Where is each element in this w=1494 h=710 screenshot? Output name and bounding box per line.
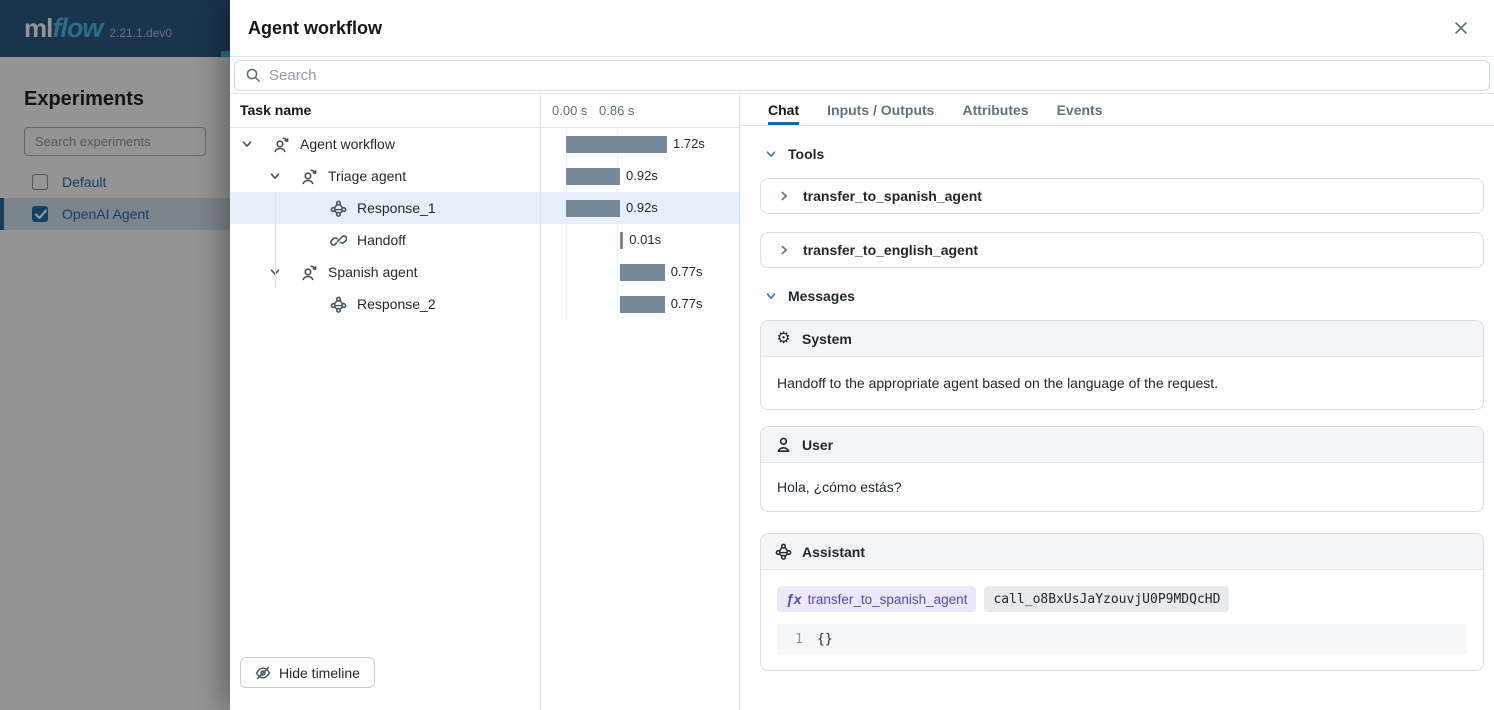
mlflow-version: 2.21.1.dev0 [109, 26, 172, 40]
arguments-code-block: 1 {} [777, 624, 1467, 654]
search-icon [245, 67, 261, 83]
span-row-triage-agent[interactable]: Triage agent 0.92s [230, 160, 739, 192]
active-nav-underline [221, 51, 230, 57]
experiments-search-input[interactable] [24, 127, 206, 156]
gear-icon: ⚙ [775, 330, 792, 347]
tree-header: Task name 0.00 s 0.86 s [230, 94, 739, 128]
span-row-response-1[interactable]: Response_1 0.92s [230, 192, 739, 224]
axis-tick-1: 0.86 s [599, 103, 634, 118]
modal-header: Agent workflow [230, 0, 1494, 57]
message-card-user: User Hola, ¿cómo estás? [760, 426, 1484, 512]
line-number: 1 [777, 632, 803, 647]
trace-modal: Agent workflow Task name 0.00 s 0.86 s [230, 0, 1494, 710]
chevron-down-icon[interactable] [240, 137, 254, 151]
duration-bar [566, 200, 620, 217]
task-name-header: Task name [240, 102, 311, 118]
app-root: mlflow 2.21.1.dev0 Experiments Default O… [0, 0, 1494, 710]
user-message-text: Hola, ¿cómo estás? [761, 463, 1483, 511]
eye-off-icon [255, 665, 271, 681]
function-call-chip[interactable]: ƒx transfer_to_spanish_agent [777, 586, 976, 612]
modal-title: Agent workflow [248, 18, 382, 39]
user-icon [775, 436, 792, 453]
trace-search-row [230, 57, 1494, 94]
message-card-system: ⚙ System Handoff to the appropriate agen… [760, 320, 1484, 410]
duration-bar [620, 264, 665, 281]
experiment-item-default[interactable]: Default [0, 166, 230, 198]
message-card-assistant: Assistant ƒx transfer_to_spanish_agent c… [760, 533, 1484, 671]
hide-timeline-button[interactable]: Hide timeline [240, 657, 375, 688]
graph-icon [330, 200, 347, 217]
mlflow-logo: ml [24, 13, 52, 44]
top-navbar: mlflow 2.21.1.dev0 [0, 0, 230, 57]
duration-bar [620, 296, 665, 313]
link-icon [330, 232, 347, 249]
span-row-response-2[interactable]: Response_2 0.77s [230, 288, 739, 320]
function-icon: ƒx [786, 591, 802, 607]
span-row-agent-workflow[interactable]: Agent workflow 1.72s [230, 128, 739, 160]
chevron-down-icon[interactable] [268, 169, 282, 183]
span-details-pane: Chat Inputs / Outputs Attributes Events … [740, 94, 1494, 710]
code-content: {} [817, 632, 833, 647]
chevron-right-icon [777, 243, 791, 257]
close-icon[interactable] [1448, 15, 1474, 41]
agent-icon [300, 168, 317, 185]
tab-attributes[interactable]: Attributes [962, 94, 1028, 125]
span-row-spanish-agent[interactable]: Spanish agent 0.77s [230, 256, 739, 288]
checkbox[interactable] [32, 174, 48, 190]
chevron-down-icon [764, 147, 778, 161]
call-id-chip: call_o8BxUsJaYzouvjU0P9MDQcHD [984, 586, 1229, 612]
axis-tick-0: 0.00 s [552, 103, 587, 118]
graph-icon [775, 543, 792, 560]
agent-icon [300, 264, 317, 281]
chevron-down-icon [764, 289, 778, 303]
chat-tab-content: Tools transfer_to_spanish_agent transfer… [740, 126, 1494, 710]
span-tree-pane: Task name 0.00 s 0.86 s Agent workflow [230, 94, 740, 710]
agent-icon [272, 136, 289, 153]
tool-transfer-to-spanish-agent[interactable]: transfer_to_spanish_agent [760, 178, 1484, 214]
system-message-text: Handoff to the appropriate agent based o… [761, 357, 1483, 409]
duration-bar [566, 168, 620, 185]
graph-icon [330, 296, 347, 313]
duration-bar [620, 232, 623, 249]
tab-events[interactable]: Events [1057, 94, 1103, 125]
tool-transfer-to-english-agent[interactable]: transfer_to_english_agent [760, 232, 1484, 268]
chevron-down-icon[interactable] [268, 265, 282, 279]
tab-chat[interactable]: Chat [768, 94, 799, 125]
experiment-item-openai-agent[interactable]: OpenAI Agent [0, 198, 230, 230]
chevron-right-icon [777, 189, 791, 203]
trace-search-box[interactable] [234, 60, 1490, 91]
experiments-search[interactable] [24, 127, 210, 156]
tools-section-header[interactable]: Tools [764, 146, 1484, 162]
trace-search-input[interactable] [269, 67, 1479, 84]
page-title: Experiments [0, 57, 230, 111]
details-tabs: Chat Inputs / Outputs Attributes Events [740, 94, 1494, 126]
duration-bar [566, 136, 667, 153]
span-row-handoff[interactable]: Handoff 0.01s [230, 224, 739, 256]
checkbox[interactable] [32, 206, 48, 222]
tab-inputs-outputs[interactable]: Inputs / Outputs [827, 94, 934, 125]
background-page: mlflow 2.21.1.dev0 Experiments Default O… [0, 0, 230, 710]
messages-section-header[interactable]: Messages [764, 288, 1484, 304]
